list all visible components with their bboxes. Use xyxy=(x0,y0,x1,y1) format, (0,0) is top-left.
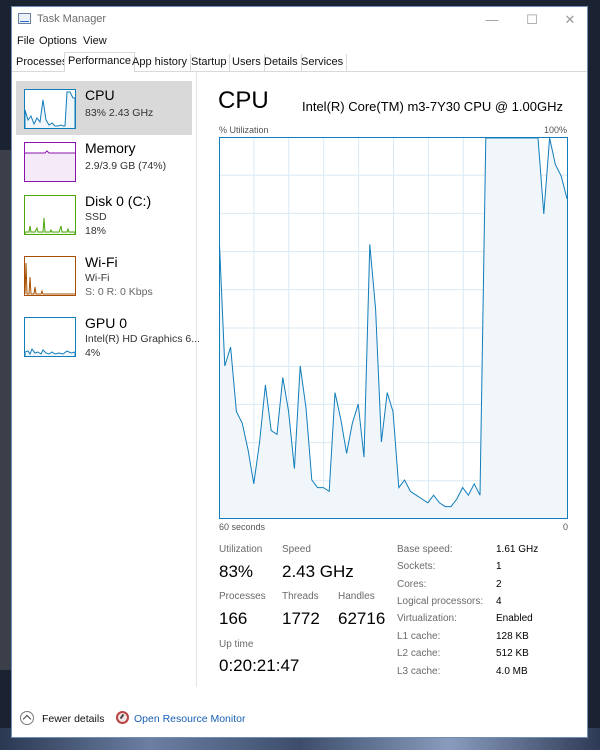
spec-key-l1-cache: L1 cache: xyxy=(397,631,441,642)
tab-processes[interactable]: Processes xyxy=(13,54,72,71)
resource-detail-gpu-model: Intel(R) HD Graphics 6... xyxy=(85,333,200,345)
utilization-value: 83% xyxy=(219,562,254,581)
resource-detail-wifi-throughput: S: 0 R: 0 Kbps xyxy=(85,286,153,298)
y-axis-max-label: 100% xyxy=(544,125,568,135)
resource-detail-cpu: 83% 2.43 GHz xyxy=(85,107,154,119)
spec-value-l3-cache: 4.0 MB xyxy=(496,666,528,677)
utilization-label: Utilization xyxy=(219,544,263,555)
resource-monitor-icon[interactable] xyxy=(116,711,129,724)
menu-view[interactable]: View xyxy=(83,35,107,47)
speed-value: 2.43 GHz xyxy=(282,562,354,581)
threads-label: Threads xyxy=(282,591,319,602)
processes-value: 166 xyxy=(219,609,248,628)
resource-detail-wifi-adapter: Wi-Fi xyxy=(85,272,110,284)
spec-key-base-speed: Base speed: xyxy=(397,544,453,555)
open-resource-monitor-link[interactable]: Open Resource Monitor xyxy=(134,713,245,725)
resource-item-cpu[interactable]: CPU 83% 2.43 GHz xyxy=(16,81,192,135)
menu-bar: File Options View xyxy=(12,33,587,51)
uptime-label: Up time xyxy=(219,639,254,650)
wifi-thumbnail-graph xyxy=(24,256,76,296)
resource-item-memory[interactable]: Memory 2.9/3.9 GB (74%) xyxy=(16,134,192,188)
tab-bar: Processes Performance App history Startu… xyxy=(12,52,587,72)
resource-detail-disk-type: SSD xyxy=(85,211,107,223)
speed-label: Speed xyxy=(282,544,311,555)
spec-value-sockets: 1 xyxy=(496,561,502,572)
processes-label: Processes xyxy=(219,591,266,602)
cpu-utilization-chart xyxy=(218,137,568,519)
footer-bar: Fewer details Open Resource Monitor xyxy=(12,707,587,733)
spec-value-l2-cache: 512 KB xyxy=(496,648,529,659)
resource-detail-gpu-usage: 4% xyxy=(85,347,101,359)
spec-key-l2-cache: L2 cache: xyxy=(397,648,441,659)
spec-value-cores: 2 xyxy=(496,579,502,590)
resource-detail-disk-usage: 18% xyxy=(85,225,107,237)
minimize-button[interactable]: — xyxy=(472,9,512,31)
gpu-thumbnail-graph xyxy=(24,317,76,357)
resource-name-memory: Memory xyxy=(85,140,136,156)
uptime-value: 0:20:21:47 xyxy=(219,656,300,675)
handles-value: 62716 xyxy=(338,609,386,628)
spec-key-cores: Cores: xyxy=(397,579,427,590)
resource-detail-memory: 2.9/3.9 GB (74%) xyxy=(85,160,167,172)
close-button[interactable]: ✕ xyxy=(550,9,590,31)
spec-value-virtualization: Enabled xyxy=(496,613,533,624)
cpu-model-name: Intel(R) Core(TM) m3-7Y30 CPU @ 1.00GHz xyxy=(302,99,563,114)
threads-value: 1772 xyxy=(282,609,320,628)
title-bar[interactable]: Task Manager — ☐ ✕ xyxy=(12,7,587,33)
window-title: Task Manager xyxy=(37,13,107,25)
spec-value-logical-processors: 4 xyxy=(496,596,502,607)
task-manager-icon xyxy=(18,13,31,24)
tab-startup[interactable]: Startup xyxy=(188,54,231,71)
cpu-utilization-graph xyxy=(218,137,568,519)
x-axis-left-label: 60 seconds xyxy=(219,522,266,532)
cpu-thumbnail-graph xyxy=(24,89,76,129)
resource-name-cpu: CPU xyxy=(85,87,115,103)
cpu-title: CPU xyxy=(218,87,269,114)
resource-name-wifi: Wi-Fi xyxy=(85,254,118,270)
spec-value-l1-cache: 128 KB xyxy=(496,631,529,642)
tab-users[interactable]: Users xyxy=(229,54,265,71)
resource-name-disk: Disk 0 (C:) xyxy=(85,193,152,209)
fewer-details-link[interactable]: Fewer details xyxy=(42,713,104,725)
resource-name-gpu: GPU 0 xyxy=(85,315,128,331)
spec-value-base-speed: 1.61 GHz xyxy=(496,544,539,555)
task-manager-window: Task Manager — ☐ ✕ File Options View Pro… xyxy=(11,6,588,738)
x-axis-right-label: 0 xyxy=(563,522,569,532)
spec-key-virtualization: Virtualization: xyxy=(397,613,457,624)
tab-performance[interactable]: Performance xyxy=(64,52,135,72)
resource-item-gpu[interactable]: GPU 0 Intel(R) HD Graphics 6... 4% xyxy=(16,309,200,363)
panel-divider xyxy=(196,72,197,687)
resource-item-wifi[interactable]: Wi-Fi Wi-Fi S: 0 R: 0 Kbps xyxy=(16,248,192,302)
spec-key-l3-cache: L3 cache: xyxy=(397,666,441,677)
maximize-button[interactable]: ☐ xyxy=(512,9,552,31)
resource-item-disk[interactable]: Disk 0 (C:) SSD 18% xyxy=(16,187,192,241)
resource-list: CPU 83% 2.43 GHz Memory 2.9/3.9 GB (74%)… xyxy=(12,72,200,687)
spec-key-logical-processors: Logical processors: xyxy=(397,596,484,607)
disk-thumbnail-graph xyxy=(24,195,76,235)
handles-label: Handles xyxy=(338,591,375,602)
tab-services[interactable]: Services xyxy=(298,54,348,71)
spec-key-sockets: Sockets: xyxy=(397,561,436,572)
menu-file[interactable]: File xyxy=(17,35,35,47)
tab-app-history[interactable]: App history xyxy=(129,54,192,71)
tab-details[interactable]: Details xyxy=(261,54,302,71)
menu-options[interactable]: Options xyxy=(39,35,77,47)
y-axis-label: % Utilization xyxy=(219,125,269,135)
chevron-up-icon[interactable] xyxy=(20,711,34,725)
memory-thumbnail-graph xyxy=(24,142,76,182)
